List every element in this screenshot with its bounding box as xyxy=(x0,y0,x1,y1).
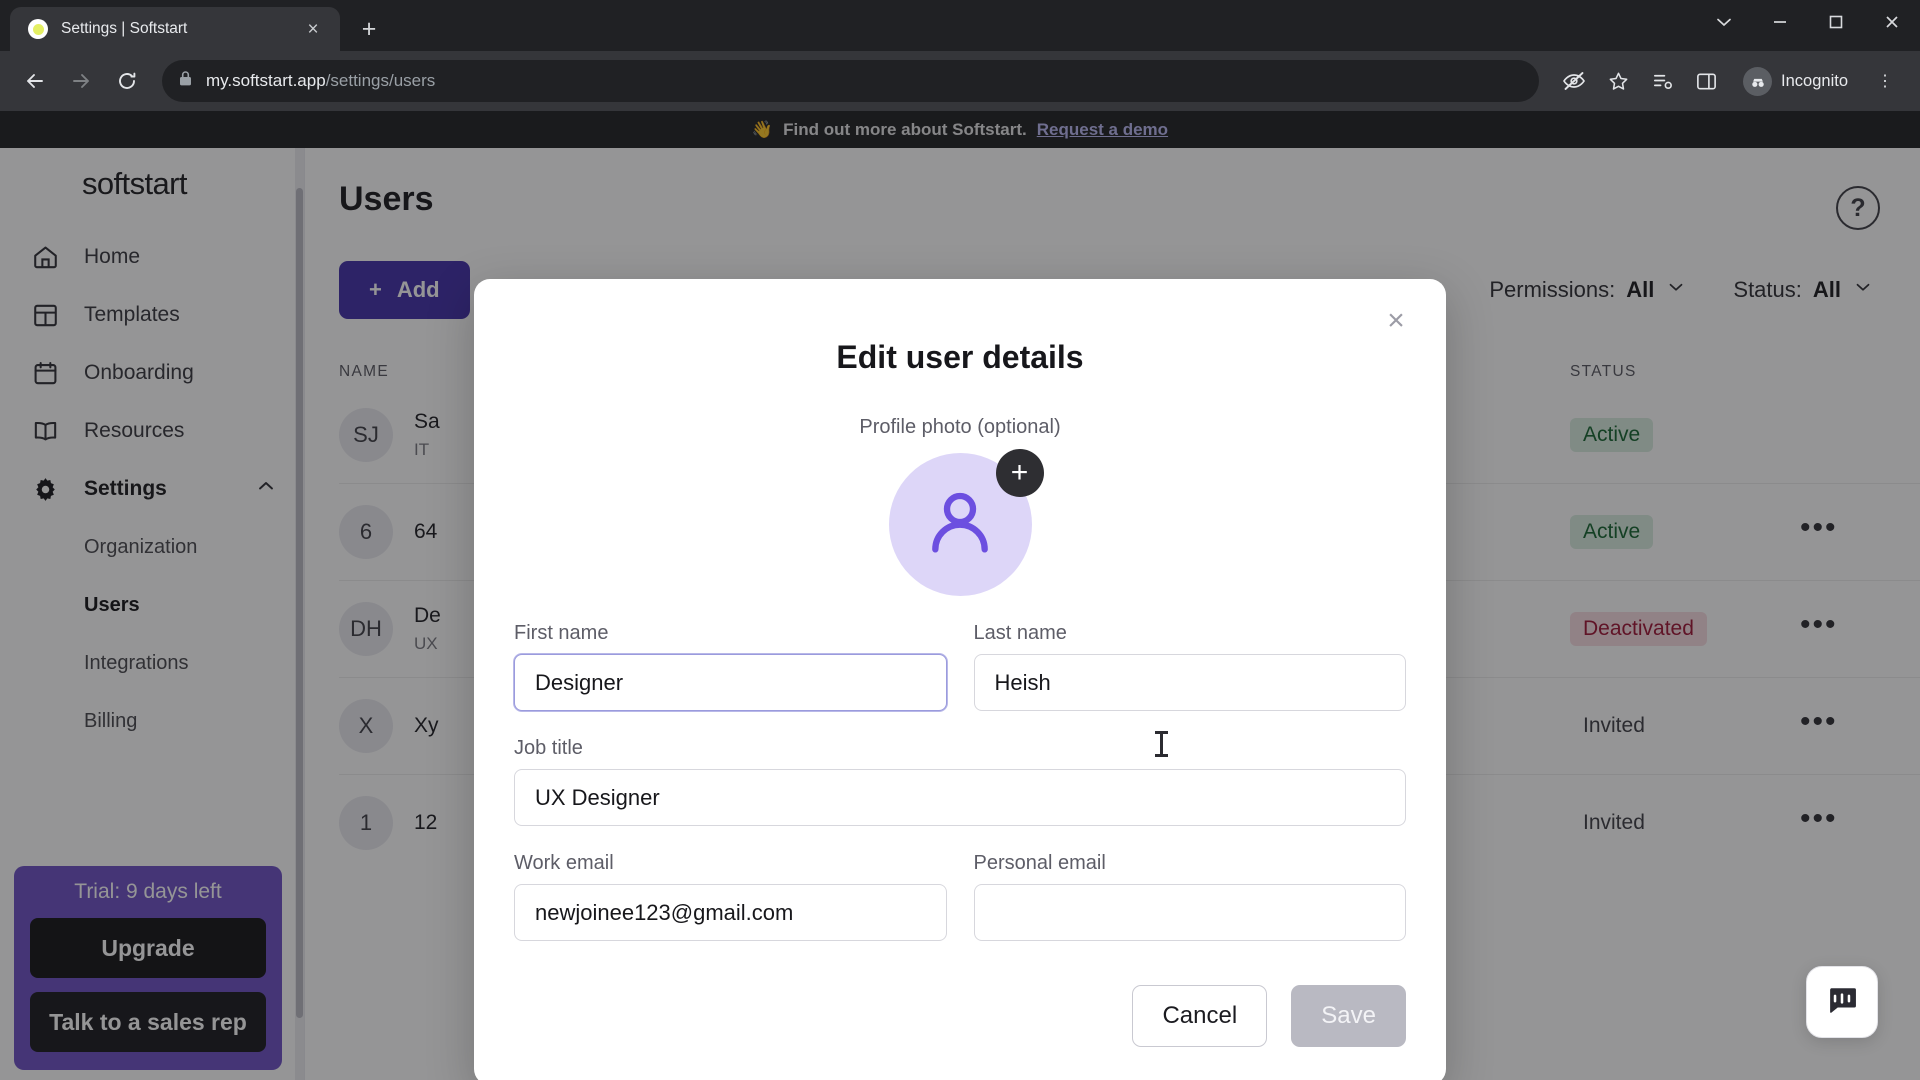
profile-chip[interactable]: Incognito xyxy=(1735,60,1862,102)
toolbar-icons: Incognito ⋮ xyxy=(1553,60,1906,102)
url-host: my.softstart.app xyxy=(206,71,326,90)
url-text: my.softstart.app/settings/users xyxy=(206,71,435,91)
last-name-input[interactable] xyxy=(973,654,1406,711)
window-close-icon[interactable] xyxy=(1864,0,1920,44)
work-email-input[interactable] xyxy=(514,884,947,941)
browser-toolbar: my.softstart.app/settings/users Incognit… xyxy=(0,51,1920,111)
window-controls xyxy=(1696,0,1920,51)
work-email-group: Work email xyxy=(514,852,947,941)
close-icon[interactable]: × xyxy=(300,16,326,42)
personal-email-input[interactable] xyxy=(973,884,1406,941)
first-name-label: First name xyxy=(514,622,609,644)
reload-icon[interactable] xyxy=(106,60,148,102)
save-button[interactable]: Save xyxy=(1291,985,1406,1047)
modal-title: Edit user details xyxy=(836,339,1084,375)
add-photo-button[interactable]: + xyxy=(995,449,1044,497)
bookmark-star-icon[interactable] xyxy=(1597,60,1639,102)
browser-menu-icon[interactable]: ⋮ xyxy=(1864,60,1906,102)
last-name-group: Last name xyxy=(973,622,1406,711)
chat-launcher-button[interactable] xyxy=(1806,966,1878,1038)
job-title-input[interactable] xyxy=(514,769,1406,826)
person-icon xyxy=(920,482,1000,567)
edit-user-modal: × Edit user details Profile photo (optio… xyxy=(474,279,1446,1080)
forward-icon[interactable] xyxy=(60,60,102,102)
incognito-avatar xyxy=(1743,66,1773,96)
back-icon[interactable] xyxy=(14,60,56,102)
first-name-group: First name xyxy=(514,622,947,711)
cancel-button[interactable]: Cancel xyxy=(1132,985,1268,1047)
close-icon[interactable]: × xyxy=(1378,303,1414,339)
browser-tab[interactable]: Settings | Softstart × xyxy=(10,7,340,51)
browser-window: Settings | Softstart × + my.softstart.ap… xyxy=(0,0,1920,1080)
chevron-down-icon[interactable] xyxy=(1696,0,1752,44)
incognito-eye-icon[interactable] xyxy=(1553,60,1595,102)
reading-list-icon[interactable] xyxy=(1641,60,1683,102)
work-email-label: Work email xyxy=(514,852,614,874)
profile-photo-label: Profile photo (optional) xyxy=(859,416,1061,438)
tab-title: Settings | Softstart xyxy=(61,20,188,37)
new-tab-button[interactable]: + xyxy=(352,12,386,46)
url-path: /settings/users xyxy=(325,71,436,90)
job-title-group: Job title xyxy=(514,737,1406,826)
modal-actions: Cancel Save xyxy=(514,985,1406,1047)
intercom-chat-icon xyxy=(1823,981,1861,1024)
profile-photo-area: + xyxy=(514,449,1406,596)
maximize-icon[interactable] xyxy=(1808,0,1864,44)
address-bar[interactable]: my.softstart.app/settings/users xyxy=(162,60,1540,102)
side-panel-icon[interactable] xyxy=(1685,60,1727,102)
first-name-input[interactable] xyxy=(514,654,947,711)
softstart-favicon xyxy=(28,19,48,39)
email-row: Work email Personal email xyxy=(514,852,1406,941)
name-row: First name Last name xyxy=(514,622,1406,711)
profile-label: Incognito xyxy=(1781,71,1848,90)
job-title-row: Job title xyxy=(514,737,1406,826)
last-name-label: Last name xyxy=(973,622,1067,644)
text-cursor xyxy=(1155,731,1168,757)
minimize-icon[interactable] xyxy=(1752,0,1808,44)
personal-email-group: Personal email xyxy=(973,852,1406,941)
job-title-label: Job title xyxy=(514,737,583,759)
tab-strip: Settings | Softstart × + xyxy=(0,0,1920,51)
personal-email-label: Personal email xyxy=(973,852,1106,874)
avatar[interactable]: + xyxy=(888,449,1044,596)
page-viewport: 👋 Find out more about Softstart. Request… xyxy=(0,111,1920,1080)
lock-icon xyxy=(178,70,193,92)
